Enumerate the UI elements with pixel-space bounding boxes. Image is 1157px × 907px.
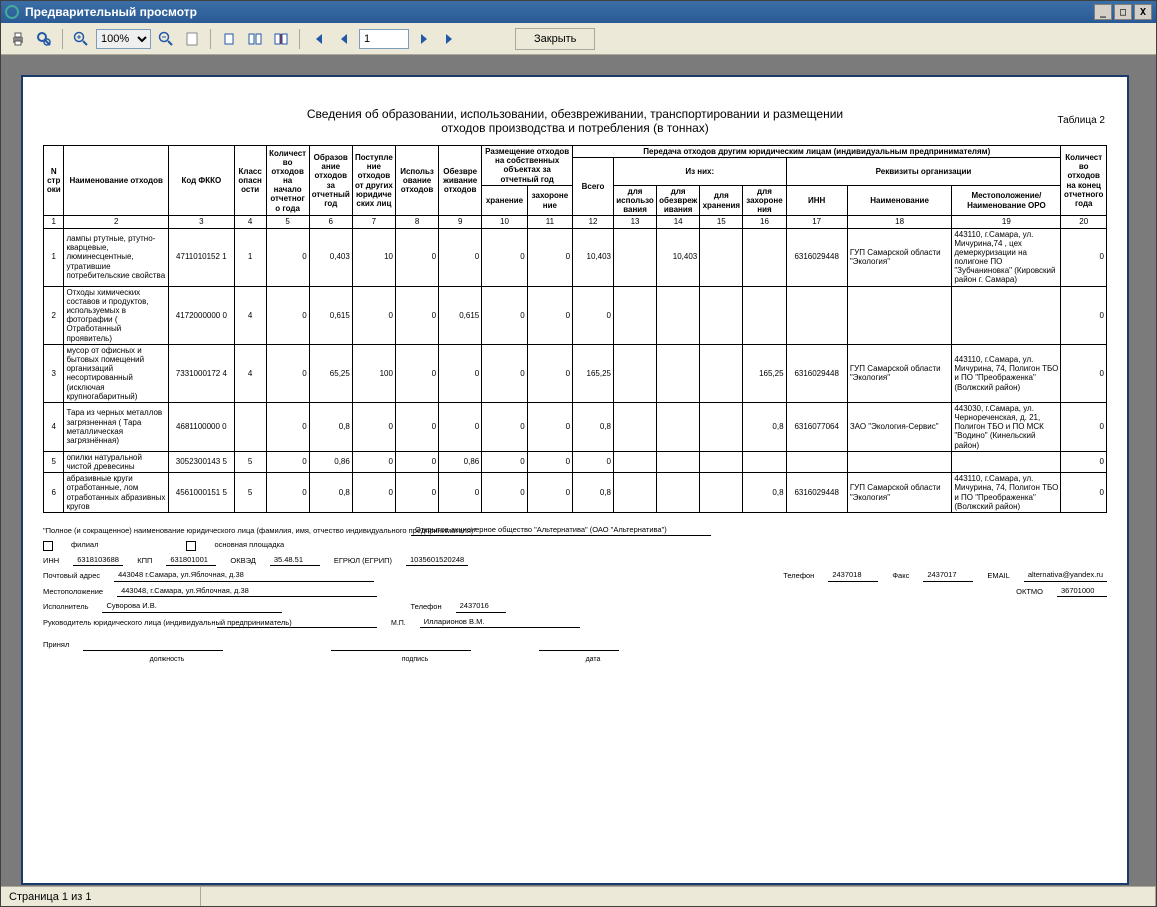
table-row: 1лампы ртутные, ртутно-кварцевые, люмине…: [44, 228, 1107, 286]
data-table: N строки Наименование отходов Код ФККО К…: [43, 145, 1107, 513]
statusbar: Страница 1 из 1: [1, 886, 1156, 906]
table-number: Таблица 2: [1057, 115, 1105, 126]
table-row: 4Тара из черных металлов загрязненная ( …: [44, 402, 1107, 451]
zoom-out-button[interactable]: [155, 28, 177, 50]
minimize-button[interactable]: _: [1094, 4, 1112, 20]
table-header: N строки Наименование отходов Код ФККО К…: [44, 146, 1107, 229]
view-continuous-button[interactable]: [270, 28, 292, 50]
close-window-button[interactable]: X: [1134, 4, 1152, 20]
zoom-select[interactable]: 100%: [96, 29, 151, 49]
first-page-button[interactable]: [307, 28, 329, 50]
print-button[interactable]: [7, 28, 29, 50]
prev-page-button[interactable]: [333, 28, 355, 50]
table-row: 6абразивные круги отработанные, лом отра…: [44, 473, 1107, 513]
fit-page-button[interactable]: [181, 28, 203, 50]
last-page-button[interactable]: [439, 28, 461, 50]
table-row: 3мусор от офисных и бытовых помещений ор…: [44, 344, 1107, 402]
footer-info: "Полное (и сокращенное) наименование юри…: [43, 525, 1107, 665]
zoom-in-button[interactable]: [70, 28, 92, 50]
titlebar: Предварительный просмотр _ □ X: [1, 1, 1156, 23]
view-facing-button[interactable]: [244, 28, 266, 50]
search-button[interactable]: [33, 28, 55, 50]
close-button[interactable]: Закрыть: [515, 28, 595, 50]
page-input[interactable]: [359, 29, 409, 49]
report-page: Таблица 2 Сведения об образовании, испол…: [21, 75, 1129, 885]
next-page-button[interactable]: [413, 28, 435, 50]
main-site-checkbox[interactable]: [186, 541, 196, 551]
table-row: 5опилки натуральной чистой древесины3052…: [44, 451, 1107, 472]
window-title: Предварительный просмотр: [25, 5, 1094, 19]
app-icon: [5, 5, 19, 19]
view-single-button[interactable]: [218, 28, 240, 50]
table-row: 2Отходы химических составов и продуктов,…: [44, 286, 1107, 344]
maximize-button[interactable]: □: [1114, 4, 1132, 20]
status-page: Страница 1 из 1: [1, 887, 201, 906]
filial-checkbox[interactable]: [43, 541, 53, 551]
preview-area[interactable]: Таблица 2 Сведения об образовании, испол…: [1, 55, 1156, 886]
report-title: Сведения об образовании, использовании, …: [43, 107, 1107, 135]
toolbar: 100% Закрыть: [1, 23, 1156, 55]
